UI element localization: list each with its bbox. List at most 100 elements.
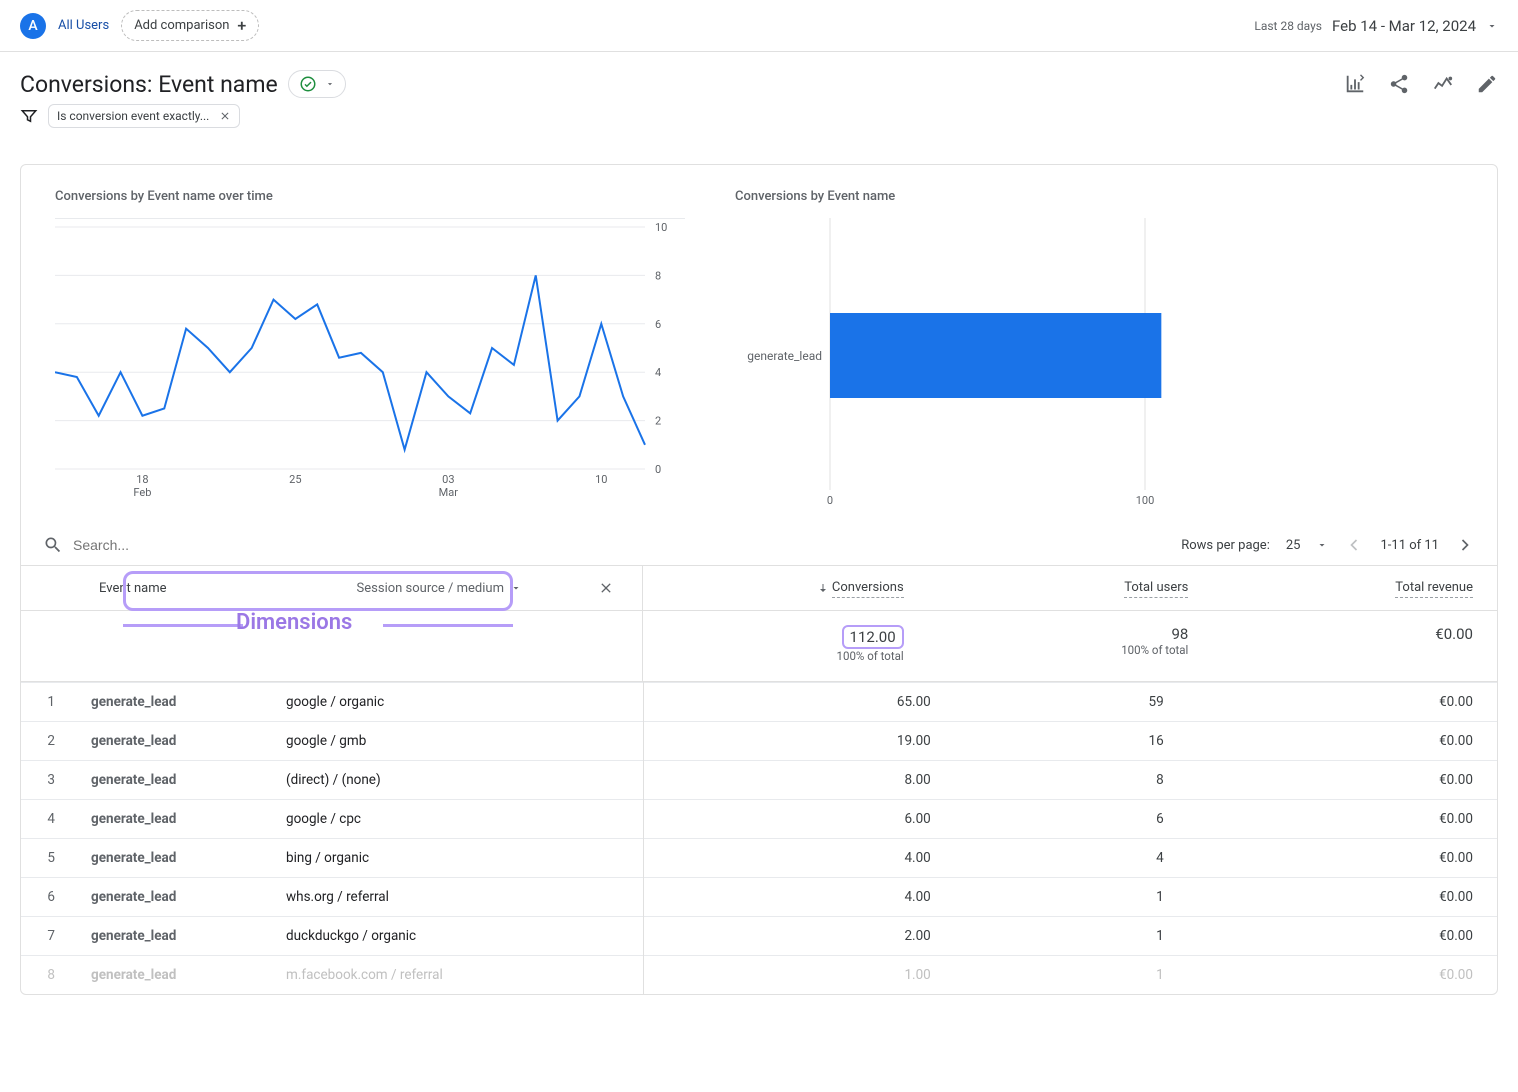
row-event: generate_lead: [73, 878, 268, 917]
row-source: whs.org / referral: [268, 878, 643, 917]
table-row[interactable]: 6 generate_lead whs.org / referral 4.00 …: [21, 878, 1497, 917]
row-event: generate_lead: [73, 722, 268, 761]
row-source: duckduckgo / organic: [268, 917, 643, 956]
date-range-picker[interactable]: Feb 14 - Mar 12, 2024: [1332, 17, 1476, 35]
row-index: 1: [21, 683, 73, 722]
table-row[interactable]: 3 generate_lead (direct) / (none) 8.00 8…: [21, 761, 1497, 800]
page-title: Conversions: Event name: [20, 71, 278, 98]
search-input[interactable]: [73, 537, 1181, 553]
row-revenue: €0.00: [1188, 839, 1497, 878]
row-event: generate_lead: [73, 917, 268, 956]
sort-down-icon: [817, 582, 829, 594]
report-card: Conversions by Event name over time 0246…: [20, 164, 1498, 995]
row-event: generate_lead: [73, 839, 268, 878]
secondary-dimension-selector[interactable]: Session source / medium: [357, 581, 522, 596]
top-right-group: Last 28 days Feb 14 - Mar 12, 2024: [1254, 17, 1498, 35]
svg-text:8: 8: [655, 269, 661, 282]
svg-text:6: 6: [655, 318, 661, 331]
row-source: bing / organic: [268, 839, 643, 878]
summary-conversions: 112.00 100% of total: [643, 611, 928, 681]
next-page-icon[interactable]: [1455, 535, 1475, 555]
table-row[interactable]: 2 generate_lead google / gmb 19.00 16 €0…: [21, 722, 1497, 761]
edit-icon[interactable]: [1476, 73, 1498, 95]
row-revenue: €0.00: [1188, 722, 1497, 761]
customize-report-icon[interactable]: [1344, 73, 1366, 95]
row-users: 1: [955, 878, 1188, 917]
chevron-down-icon[interactable]: [1316, 539, 1328, 551]
row-conversions: 4.00: [644, 878, 955, 917]
bar-chart: generate_lead0100: [735, 218, 1205, 508]
conversions-header[interactable]: Conversions: [643, 566, 928, 610]
svg-text:Feb: Feb: [133, 486, 151, 499]
line-chart-panel: Conversions by Event name over time 0246…: [55, 189, 685, 513]
status-chip[interactable]: [288, 70, 346, 98]
svg-text:100: 100: [1136, 494, 1155, 507]
total-users-header[interactable]: Total users: [928, 566, 1213, 610]
svg-text:18: 18: [136, 473, 148, 486]
svg-text:0: 0: [827, 494, 833, 507]
svg-text:2: 2: [655, 415, 661, 428]
row-index: 8: [21, 956, 73, 995]
bar-chart-panel: Conversions by Event name generate_lead0…: [735, 189, 1463, 513]
table-row[interactable]: 7 generate_lead duckduckgo / organic 2.0…: [21, 917, 1497, 956]
filter-icon[interactable]: [20, 107, 38, 125]
table-row[interactable]: 1 generate_lead google / organic 65.00 5…: [21, 683, 1497, 722]
total-revenue-header[interactable]: Total revenue: [1212, 566, 1497, 610]
charts-row: Conversions by Event name over time 0246…: [21, 165, 1497, 525]
insights-icon[interactable]: [1432, 73, 1454, 95]
plus-icon: [237, 16, 246, 35]
annotation-line: [383, 624, 513, 627]
row-source: google / gmb: [268, 722, 643, 761]
prev-page-icon[interactable]: [1344, 535, 1364, 555]
check-circle-icon: [299, 75, 317, 93]
top-bar: A All Users Add comparison Last 28 days …: [0, 0, 1518, 52]
row-users: 59: [955, 683, 1188, 722]
table-row[interactable]: 5 generate_lead bing / organic 4.00 4 €0…: [21, 839, 1497, 878]
dropdown-icon[interactable]: [1486, 20, 1498, 32]
filter-pill[interactable]: Is conversion event exactly...: [48, 104, 240, 128]
row-source: google / organic: [268, 683, 643, 722]
add-comparison-button[interactable]: Add comparison: [121, 10, 259, 41]
title-actions: [1344, 73, 1498, 95]
rows-per-page-value[interactable]: 25: [1286, 538, 1301, 553]
table-row[interactable]: 8 generate_lead m.facebook.com / referra…: [21, 956, 1497, 995]
all-users-chip[interactable]: All Users: [58, 18, 109, 33]
row-index: 3: [21, 761, 73, 800]
row-revenue: €0.00: [1188, 917, 1497, 956]
row-conversions: 1.00: [644, 956, 955, 995]
row-users: 16: [955, 722, 1188, 761]
svg-text:10: 10: [655, 221, 667, 234]
summary-revenue: €0.00: [1212, 611, 1497, 681]
row-index: 5: [21, 839, 73, 878]
remove-dimension-icon[interactable]: [598, 580, 614, 596]
row-conversions: 65.00: [644, 683, 955, 722]
page-range: 1-11 of 11: [1380, 538, 1439, 553]
search-icon[interactable]: [43, 535, 63, 555]
table-row[interactable]: 4 generate_lead google / cpc 6.00 6 €0.0…: [21, 800, 1497, 839]
row-revenue: €0.00: [1188, 683, 1497, 722]
row-event: generate_lead: [73, 956, 268, 995]
close-icon[interactable]: [219, 110, 231, 122]
row-revenue: €0.00: [1188, 956, 1497, 995]
chevron-down-icon: [510, 582, 522, 594]
row-event: generate_lead: [73, 761, 268, 800]
svg-text:0: 0: [655, 463, 661, 476]
row-revenue: €0.00: [1188, 800, 1497, 839]
row-source: google / cpc: [268, 800, 643, 839]
table-header-row: Event name Session source / medium Dimen…: [21, 566, 1497, 611]
row-conversions: 4.00: [644, 839, 955, 878]
summary-users: 98 100% of total: [928, 611, 1213, 681]
row-users: 4: [955, 839, 1188, 878]
filter-row: Is conversion event exactly...: [0, 104, 1518, 144]
segment-badge[interactable]: A: [20, 13, 46, 39]
event-name-header[interactable]: Event name: [99, 581, 167, 596]
annotation-label: Dimensions: [236, 610, 352, 635]
row-conversions: 19.00: [644, 722, 955, 761]
table-toolbar: Rows per page: 25 1-11 of 11: [21, 525, 1497, 566]
row-event: generate_lead: [73, 683, 268, 722]
row-index: 2: [21, 722, 73, 761]
row-source: (direct) / (none): [268, 761, 643, 800]
pagination-group: Rows per page: 25 1-11 of 11: [1181, 535, 1475, 555]
share-icon[interactable]: [1388, 73, 1410, 95]
secondary-dimension-label: Session source / medium: [357, 581, 504, 596]
